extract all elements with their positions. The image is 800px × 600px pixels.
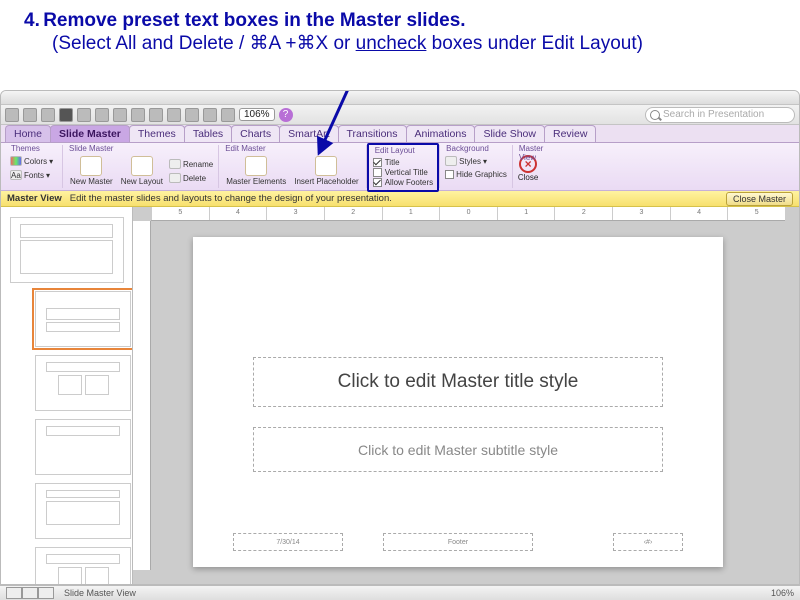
checkbox-icon [445, 170, 454, 179]
cut-icon[interactable] [95, 108, 109, 122]
paste-icon[interactable] [131, 108, 145, 122]
instruction-block: 4. Remove preset text boxes in the Maste… [0, 0, 800, 69]
layout-thumbnail[interactable] [35, 547, 131, 584]
date-placeholder[interactable]: 7/30/14 [233, 533, 343, 551]
normal-view-button[interactable] [6, 587, 22, 599]
checkbox-icon [373, 178, 382, 187]
zoom-dropdown[interactable]: 106% [239, 108, 275, 121]
layout-thumbnail[interactable] [35, 355, 131, 411]
hide-graphics-checkbox[interactable]: Hide Graphics [445, 170, 507, 179]
powerpoint-window: 106% ? Search in Presentation Home Slide… [0, 90, 800, 585]
workspace: 54321012345 Click to edit Master title s… [1, 207, 799, 584]
undo-icon[interactable] [167, 108, 181, 122]
group-master-view: Master View × Close [513, 145, 543, 188]
uncheck-word: uncheck [356, 33, 427, 54]
group-themes: Themes Colors ▾ AaFonts ▾ [5, 145, 63, 188]
tab-smartart[interactable]: SmartArt [279, 125, 338, 142]
master-view-info-bar: Master View Edit the master slides and l… [1, 191, 799, 207]
tab-animations[interactable]: Animations [406, 125, 476, 142]
tab-slide-master[interactable]: Slide Master [50, 125, 130, 142]
step-number: 4. [24, 10, 40, 31]
subtitle-placeholder[interactable]: Click to edit Master subtitle style [253, 427, 663, 472]
format-icon[interactable] [149, 108, 163, 122]
new-layout-button[interactable]: New Layout [119, 155, 165, 187]
copy-icon[interactable] [113, 108, 127, 122]
view-buttons [6, 587, 54, 599]
tab-home[interactable]: Home [5, 125, 51, 142]
master-thumbnail[interactable] [10, 217, 124, 283]
footer-placeholder[interactable]: Footer [383, 533, 533, 551]
colors-button[interactable]: Colors ▾ [10, 156, 57, 166]
slideshow-view-button[interactable] [38, 587, 54, 599]
status-view-label: Slide Master View [64, 588, 136, 598]
quick-access-toolbar: 106% ? Search in Presentation [1, 105, 799, 125]
qat-icon[interactable] [203, 108, 217, 122]
redo-icon[interactable] [185, 108, 199, 122]
help-icon[interactable]: ? [279, 108, 293, 122]
tab-review[interactable]: Review [544, 125, 596, 142]
checkbox-icon [373, 158, 382, 167]
status-bar: Slide Master View 106% [0, 585, 800, 600]
status-zoom: 106% [771, 588, 794, 598]
allow-footers-checkbox[interactable]: Allow Footers [373, 178, 433, 187]
title-placeholder[interactable]: Click to edit Master title style [253, 357, 663, 407]
info-bar-label: Master View [7, 193, 62, 204]
search-icon [650, 110, 660, 120]
qat-icon[interactable] [221, 108, 235, 122]
vertical-title-checkbox[interactable]: Vertical Title [373, 168, 433, 177]
sorter-view-button[interactable] [22, 587, 38, 599]
slide-thumbnails-panel[interactable] [1, 207, 133, 584]
layout-thumbnail[interactable] [35, 483, 131, 539]
step-subline: (Select All and Delete / ⌘A +⌘X or unche… [24, 32, 776, 55]
edit-layout-highlight: Edit Layout Title Vertical Title Allow F… [367, 143, 439, 192]
layout-thumbnail[interactable] [35, 419, 131, 475]
master-slide[interactable]: Click to edit Master title style Click t… [193, 237, 723, 567]
info-bar-text: Edit the master slides and layouts to ch… [70, 193, 392, 204]
search-placeholder: Search in Presentation [663, 109, 764, 120]
search-box[interactable]: Search in Presentation [645, 107, 795, 123]
insert-placeholder-button[interactable]: Insert Placeholder [292, 155, 360, 187]
styles-button[interactable]: Styles ▾ [445, 156, 507, 166]
tab-slideshow[interactable]: Slide Show [474, 125, 545, 142]
page-number-placeholder[interactable]: ‹#› [613, 533, 683, 551]
qat-icon[interactable] [23, 108, 37, 122]
tab-themes[interactable]: Themes [129, 125, 185, 142]
rename-button[interactable]: Rename [169, 159, 213, 169]
print-icon[interactable] [77, 108, 91, 122]
qat-icon[interactable] [41, 108, 55, 122]
slide-canvas[interactable]: 54321012345 Click to edit Master title s… [133, 207, 799, 584]
qat-icon[interactable] [5, 108, 19, 122]
horizontal-ruler: 54321012345 [151, 207, 785, 221]
group-edit-layout: Edit Layout Title Vertical Title Allow F… [367, 145, 440, 188]
vertical-ruler [133, 221, 151, 570]
group-slide-master: Slide Master New Master New Layout Renam… [63, 145, 219, 188]
step-title: Remove preset text boxes in the Master s… [43, 10, 465, 31]
group-background: Background Styles ▾ Hide Graphics [440, 145, 513, 188]
ribbon-tabs: Home Slide Master Themes Tables Charts S… [1, 125, 799, 143]
fonts-button[interactable]: AaFonts ▾ [10, 170, 57, 180]
ribbon: Themes Colors ▾ AaFonts ▾ Slide Master N… [1, 143, 799, 191]
close-master-button[interactable]: Close Master [726, 192, 793, 206]
new-master-button[interactable]: New Master [68, 155, 115, 187]
group-edit-master: Edit Master Master Elements Insert Place… [219, 145, 367, 188]
master-elements-button[interactable]: Master Elements [224, 155, 288, 187]
tab-transitions[interactable]: Transitions [338, 125, 407, 142]
tab-tables[interactable]: Tables [184, 125, 232, 142]
window-titlebar [1, 91, 799, 105]
layout-thumbnail[interactable] [35, 291, 131, 347]
title-checkbox[interactable]: Title [373, 158, 433, 167]
checkbox-icon [373, 168, 382, 177]
save-icon[interactable] [59, 108, 73, 122]
delete-button[interactable]: Delete [169, 173, 213, 183]
tab-charts[interactable]: Charts [231, 125, 280, 142]
